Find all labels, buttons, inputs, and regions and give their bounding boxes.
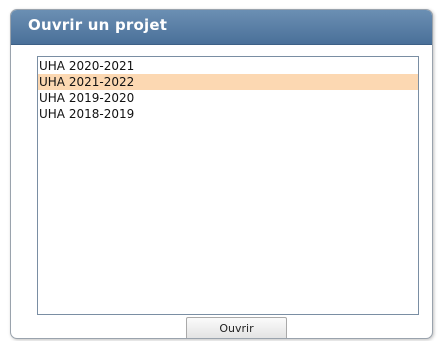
- project-list-item-selected[interactable]: UHA 2021-2022: [38, 74, 418, 90]
- project-list-item[interactable]: UHA 2020-2021: [38, 58, 418, 74]
- project-list-item[interactable]: UHA 2018-2019: [38, 106, 418, 122]
- project-listbox[interactable]: UHA 2020-2021 UHA 2021-2022 UHA 2019-202…: [37, 56, 419, 315]
- open-button[interactable]: Ouvrir: [186, 317, 287, 338]
- dialog-titlebar[interactable]: Ouvrir un projet: [11, 10, 432, 45]
- project-list-item[interactable]: UHA 2019-2020: [38, 90, 418, 106]
- dialog-title: Ouvrir un projet: [28, 16, 168, 34]
- open-project-dialog: Ouvrir un projet UHA 2020-2021 UHA 2021-…: [10, 9, 433, 339]
